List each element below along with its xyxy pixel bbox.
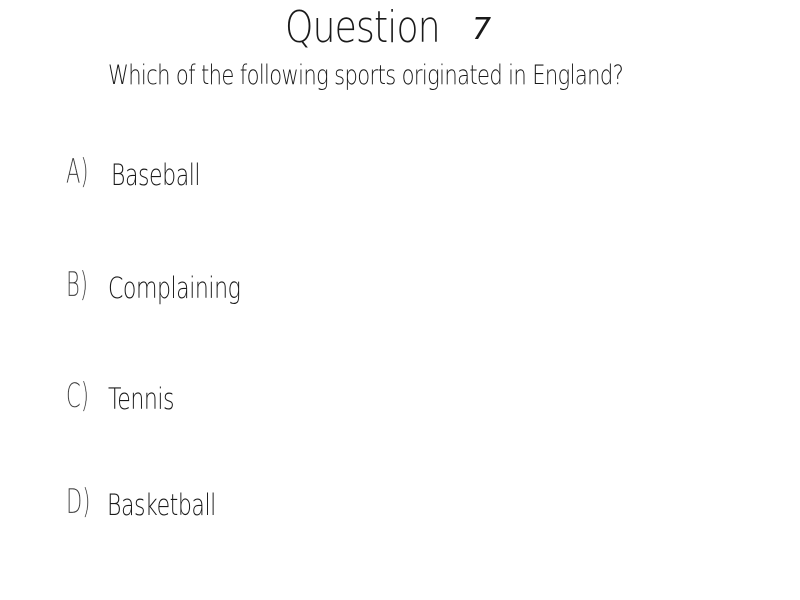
option-label: Basketball — [107, 488, 216, 522]
option-letter: A) — [66, 152, 89, 192]
question-number: 7 — [472, 12, 492, 47]
option-label: Tennis — [108, 382, 175, 416]
question-text: Which of the following sports originated… — [108, 60, 624, 91]
option-label: Complaining — [108, 271, 241, 305]
option-letter: B) — [66, 265, 89, 305]
option-label: Baseball — [111, 158, 201, 192]
quiz-slide: Question 7 Which of the following sports… — [0, 0, 800, 600]
option-letter: C) — [66, 376, 89, 416]
option-letter: D) — [66, 482, 91, 522]
title-word: Question — [285, 2, 441, 53]
